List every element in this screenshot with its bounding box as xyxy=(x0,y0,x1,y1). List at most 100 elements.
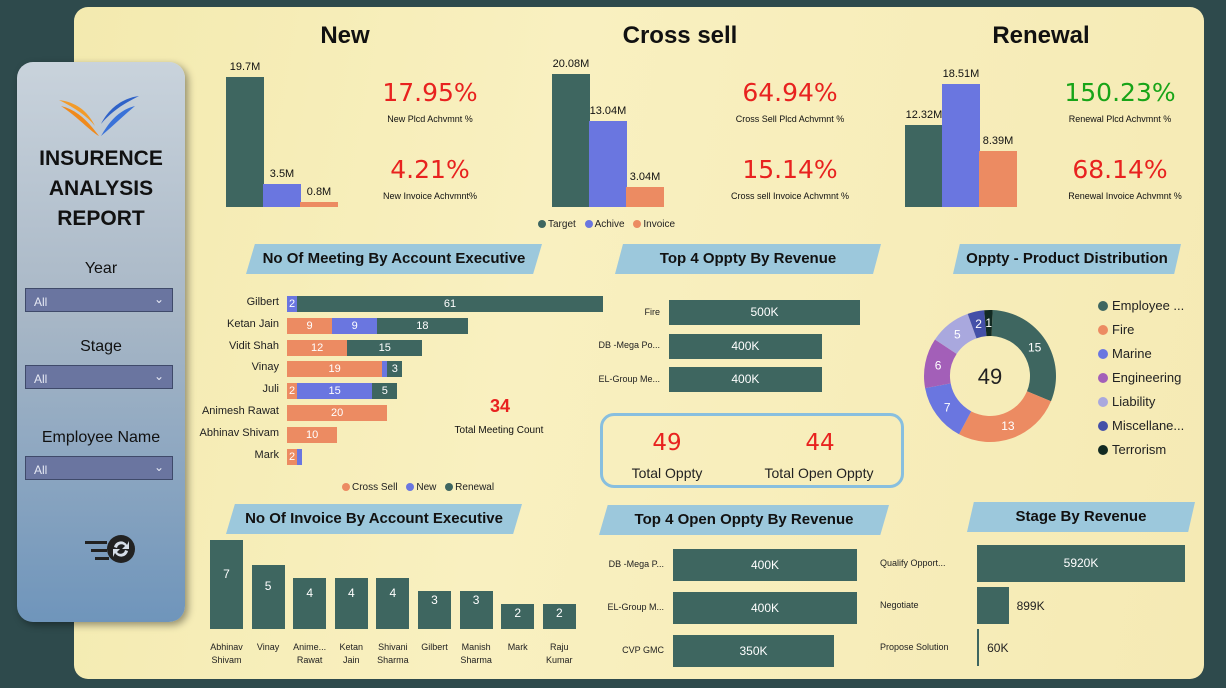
meeting-bar-segment xyxy=(297,448,303,465)
meeting-bar-segment: 18 xyxy=(377,317,468,334)
legend-swatch xyxy=(1098,397,1108,407)
meeting-bar-segment: 19 xyxy=(287,361,383,378)
donut-slice xyxy=(959,391,1051,443)
invoices-chart-title: No Of Invoice By Account Executive xyxy=(226,504,522,534)
kpi-bar xyxy=(626,186,664,207)
donut-legend-label: Terrorism xyxy=(1112,442,1167,457)
kpi-bar-label: 13.04M xyxy=(589,104,627,117)
donut-legend-item: Employee ... xyxy=(1098,298,1208,322)
donut-legend-label: Miscellane... xyxy=(1112,418,1185,433)
kpi-bar-label: 20.08M xyxy=(552,58,590,70)
donut-legend-label: Engineering xyxy=(1112,370,1182,385)
invoice-bar: 7 xyxy=(210,540,243,629)
legend-achive: Achive xyxy=(594,219,625,230)
invoice-bar: 2 xyxy=(501,603,535,629)
meeting-bar-segment: 2 xyxy=(287,296,298,312)
year-filter-select[interactable]: All ⌄ xyxy=(25,288,173,312)
oppty-category-label: Fire xyxy=(644,306,661,317)
donut-slice-label: 5 xyxy=(954,327,961,341)
stage-revenue-bar xyxy=(977,587,1009,624)
crosssell-invoice-label: Cross sell Invoice Achvmnt % xyxy=(730,191,850,201)
meeting-executive-label: Animesh Rawat xyxy=(201,405,279,417)
meeting-executive-label: Juli xyxy=(262,383,279,396)
meeting-bar-segment: 5 xyxy=(372,383,398,400)
kpi-bar xyxy=(300,201,338,207)
oppty-revenue-bar: 400K xyxy=(669,333,822,359)
meeting-bar-segment: 9 xyxy=(332,317,378,334)
renewal-invoice-label: Renewal Invoice Achvmnt % xyxy=(1068,191,1182,201)
meeting-bar-segment: 3 xyxy=(387,361,403,378)
meeting-bar-segment: 15 xyxy=(297,383,373,400)
total-meeting-count: 34 xyxy=(489,396,511,416)
donut-legend-item: Marine xyxy=(1098,346,1208,370)
stage-filter-value: All xyxy=(34,372,48,386)
legend-new: New xyxy=(416,482,437,493)
invoice-bar: 4 xyxy=(334,578,368,629)
kpi-bar xyxy=(905,125,943,207)
donut-legend-item: Terrorism xyxy=(1098,442,1208,466)
meeting-bar-segment: 12 xyxy=(287,339,348,356)
stage-revenue-value: 899K xyxy=(1016,599,1045,613)
legend-cross-sell: Cross Sell xyxy=(352,482,398,493)
donut-legend-label: Employee ... xyxy=(1112,298,1185,313)
new-invoice-label: New Invoice Achvmnt% xyxy=(382,191,478,201)
donut-slice-label: 7 xyxy=(944,400,951,414)
invoice-executive-label-line: Shivam xyxy=(211,655,242,665)
donut-legend: Employee ... Fire Marine Engineering Liabili… xyxy=(1098,298,1208,466)
total-oppty-value: 49 xyxy=(652,430,682,456)
total-open-oppty-value: 44 xyxy=(805,430,835,456)
donut-chart-title: Oppty - Product Distribution xyxy=(953,244,1181,274)
donut-legend-item: Fire xyxy=(1098,322,1208,346)
legend-invoice: Invoice xyxy=(643,219,676,230)
kpi-bar-label: 3.5M xyxy=(269,167,295,180)
top4-oppty-title: Top 4 Oppty By Revenue xyxy=(615,244,881,274)
oppty-revenue-bar: 400K xyxy=(673,592,857,624)
kpi-bar-label: 0.8M xyxy=(306,185,332,198)
legend-swatch xyxy=(1098,421,1108,431)
year-filter-value: All xyxy=(34,295,48,309)
stage-revenue-bar xyxy=(977,629,980,666)
phoenix-logo xyxy=(59,96,139,136)
oppty-revenue-bar: 500K xyxy=(669,300,860,325)
donut-slice-label: 6 xyxy=(935,358,942,372)
meeting-executive-label: Abhinav Shivam xyxy=(199,426,280,439)
invoice-bar: 4 xyxy=(376,578,410,629)
donut-slice-label: 1 xyxy=(985,316,992,330)
renewal-section-title: Renewal xyxy=(992,22,1090,49)
oppty-category-label: DB -Mega P... xyxy=(608,559,664,569)
oppty-revenue-bar: 400K xyxy=(669,367,822,392)
meeting-bar-segment: 9 xyxy=(287,317,333,334)
stage-revenue-value: 60K xyxy=(987,641,1009,655)
stage-category-label: Qualify Opport... xyxy=(880,558,946,568)
meeting-bar-segment: 2 xyxy=(287,448,298,465)
meeting-bar-segment: 20 xyxy=(287,405,388,421)
stage-revenue-title: Stage By Revenue xyxy=(967,502,1195,532)
meeting-bar-segment: 10 xyxy=(287,426,338,443)
stage-filter-select[interactable]: All ⌄ xyxy=(25,365,173,389)
oppty-revenue-bar: 350K xyxy=(673,635,834,667)
employee-filter-select[interactable]: All ⌄ xyxy=(25,456,173,480)
meeting-bar-segment: 61 xyxy=(297,296,603,312)
oppty-category-label: CVP GMC xyxy=(622,645,664,655)
meetings-chart-title: No Of Meeting By Account Executive xyxy=(246,244,542,274)
report-title-line-3: REPORT xyxy=(57,207,145,230)
report-title-line-1: INSURENCE xyxy=(39,147,163,170)
total-open-oppty-label: Total Open Oppty xyxy=(764,465,874,481)
meeting-executive-label: Gilbert xyxy=(246,296,279,308)
kpi-bar-label: 3.04M xyxy=(629,170,661,183)
new-placed-label: New Plcd Achvmnt % xyxy=(387,114,473,124)
kpi-bar-label: 18.51M xyxy=(942,68,980,81)
meeting-executive-label: Vinay xyxy=(251,361,279,374)
meeting-executive-label: Vidit Shah xyxy=(229,339,279,352)
chevron-down-icon: ⌄ xyxy=(153,292,164,306)
product-distribution-donut: 15 13 7 6 52 1 49 xyxy=(924,310,1056,443)
chevron-down-icon: ⌄ xyxy=(153,460,164,474)
kpi-bar xyxy=(226,76,264,207)
legend-swatch xyxy=(1098,373,1108,383)
chevron-down-icon: ⌄ xyxy=(153,369,164,383)
legend-renewal: Renewal xyxy=(455,482,495,493)
new-placed-pct: 17.95% xyxy=(382,78,478,107)
invoice-executive-label-line: Sharma xyxy=(460,655,492,665)
filter-reset-icon[interactable] xyxy=(83,527,139,577)
crosssell-placed-pct: 64.94% xyxy=(742,78,838,107)
